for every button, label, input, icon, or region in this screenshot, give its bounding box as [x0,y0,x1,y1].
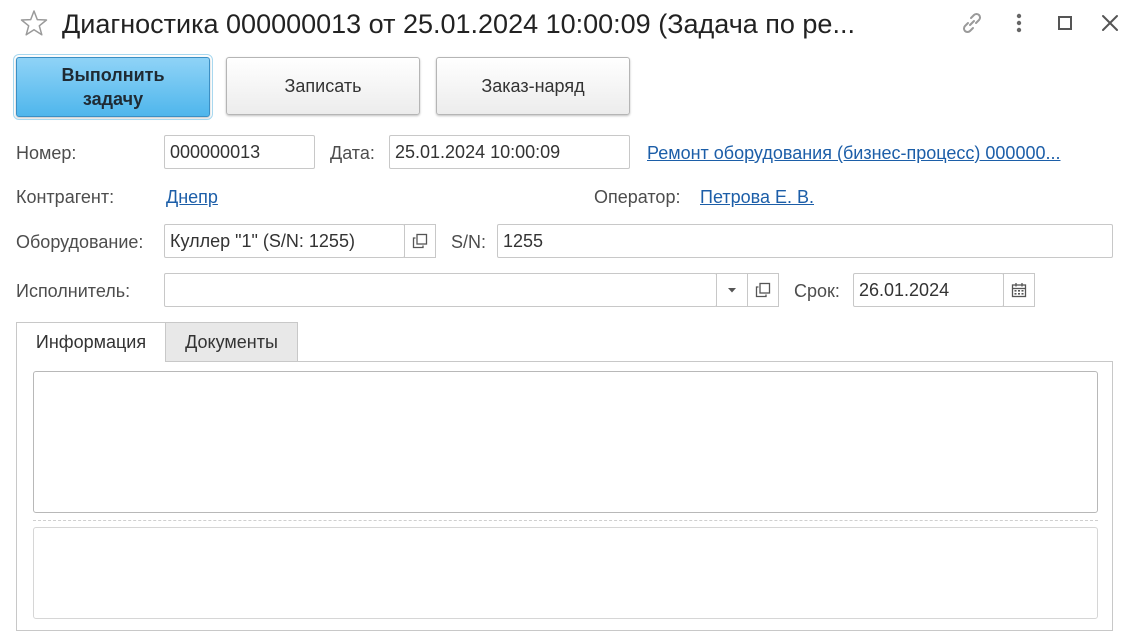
deadline-calendar-button[interactable] [1003,273,1035,307]
equipment-label: Оборудование: [16,232,144,252]
comment-text-area[interactable] [33,527,1098,619]
title-bar: Диагностика 000000013 от 25.01.2024 10:0… [0,0,1135,50]
close-icon[interactable] [1097,10,1123,36]
open-icon [412,233,428,249]
operator-label: Оператор: [594,187,681,207]
executor-open-button[interactable] [747,273,779,307]
sn-field[interactable]: 1255 [497,224,1113,258]
counterparty-label: Контрагент: [16,187,115,207]
maximize-icon[interactable] [1052,10,1078,36]
link-icon[interactable] [959,10,985,36]
calendar-icon [1011,283,1027,298]
tab-information[interactable]: Информация [16,322,166,362]
tab-panel-information [16,361,1113,631]
chevron-down-icon [728,288,736,293]
number-label: Номер: [16,143,77,163]
operator-link[interactable]: Петрова Е. В. [700,185,814,209]
counterparty-link[interactable]: Днепр [166,185,218,209]
business-process-link[interactable]: Ремонт оборудования (бизнес-процесс) 000… [647,141,1060,165]
work-order-button[interactable]: Заказ-наряд [436,57,630,115]
deadline-field[interactable]: 26.01.2024 [853,273,1004,307]
number-field[interactable]: 000000013 [164,135,315,169]
more-vertical-icon[interactable] [1006,10,1032,36]
execute-task-button[interactable]: Выполнить задачу [13,54,213,120]
open-icon [755,282,771,298]
window-title: Диагностика 000000013 от 25.01.2024 10:0… [62,9,855,39]
deadline-label: Срок: [794,281,840,301]
tab-documents[interactable]: Документы [165,322,298,362]
sn-label: S/N: [451,232,487,252]
executor-dropdown-button[interactable] [716,273,748,307]
executor-field[interactable] [164,273,717,307]
information-text-area[interactable] [33,371,1098,513]
star-icon[interactable] [20,9,48,37]
date-field[interactable]: 25.01.2024 10:00:09 [389,135,630,169]
equipment-open-button[interactable] [404,224,436,258]
executor-label: Исполнитель: [16,281,131,301]
save-button[interactable]: Записать [226,57,420,115]
equipment-field[interactable]: Куллер "1" (S/N: 1255) [164,224,405,258]
date-label: Дата: [330,143,375,163]
splitter[interactable] [33,520,1098,521]
